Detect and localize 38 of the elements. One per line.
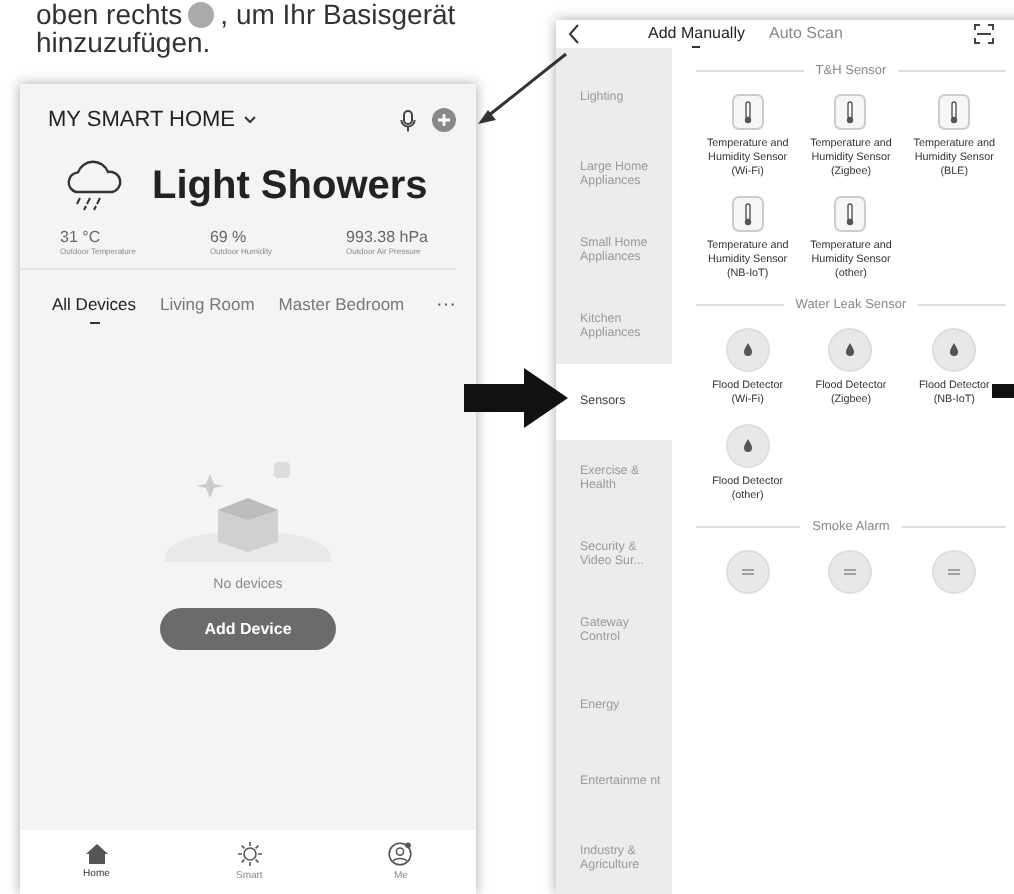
smoke-alarm-icon bbox=[725, 550, 770, 594]
microphone-icon[interactable] bbox=[400, 109, 416, 131]
add-device-button[interactable]: Add Device bbox=[160, 607, 336, 649]
arrow-tail bbox=[992, 384, 1014, 398]
thermometer-icon bbox=[834, 94, 867, 130]
profile-icon bbox=[388, 842, 413, 866]
instruction-text: hinzuzufügen. bbox=[36, 28, 213, 56]
smoke-alarm-icon bbox=[828, 550, 873, 594]
room-tab[interactable]: All Devices bbox=[52, 294, 137, 324]
add-icon[interactable] bbox=[432, 108, 456, 132]
thermometer-icon bbox=[834, 196, 867, 232]
smoke-alarm-icon bbox=[932, 550, 977, 594]
thermometer-icon bbox=[938, 94, 971, 130]
thermometer-icon bbox=[731, 94, 764, 130]
thermometer-icon bbox=[731, 196, 764, 232]
water-drop-icon bbox=[828, 328, 873, 372]
more-button[interactable]: ··· bbox=[436, 294, 456, 316]
back-icon[interactable] bbox=[568, 24, 580, 44]
scan-icon[interactable] bbox=[974, 24, 994, 44]
mode-tab[interactable]: Auto Scan bbox=[768, 20, 843, 48]
water-drop-icon bbox=[932, 328, 977, 372]
instruction-text: oben rechts , um Ihr Basisgerät bbox=[36, 0, 458, 28]
water-drop-icon bbox=[725, 328, 770, 372]
pointer-arrow bbox=[478, 52, 567, 124]
weather-value: 31 °C bbox=[60, 228, 103, 246]
home-icon bbox=[85, 844, 108, 864]
room-tab[interactable]: Living Room bbox=[160, 294, 255, 324]
weather-value: 69 % bbox=[209, 228, 249, 246]
mode-tab[interactable]: Add Manually bbox=[648, 20, 745, 48]
home-name[interactable]: MY SMART HOME bbox=[48, 108, 236, 132]
big-arrow bbox=[464, 368, 568, 428]
weather-condition: Light Showers bbox=[152, 163, 428, 209]
sun-icon bbox=[237, 842, 262, 866]
room-tab[interactable]: Master Bedroom bbox=[278, 294, 405, 324]
water-drop-icon bbox=[725, 424, 770, 468]
weather-value: 993.38 hPa bbox=[346, 228, 428, 246]
rain-cloud-icon bbox=[64, 160, 124, 212]
chevron-down-icon[interactable] bbox=[243, 116, 256, 124]
